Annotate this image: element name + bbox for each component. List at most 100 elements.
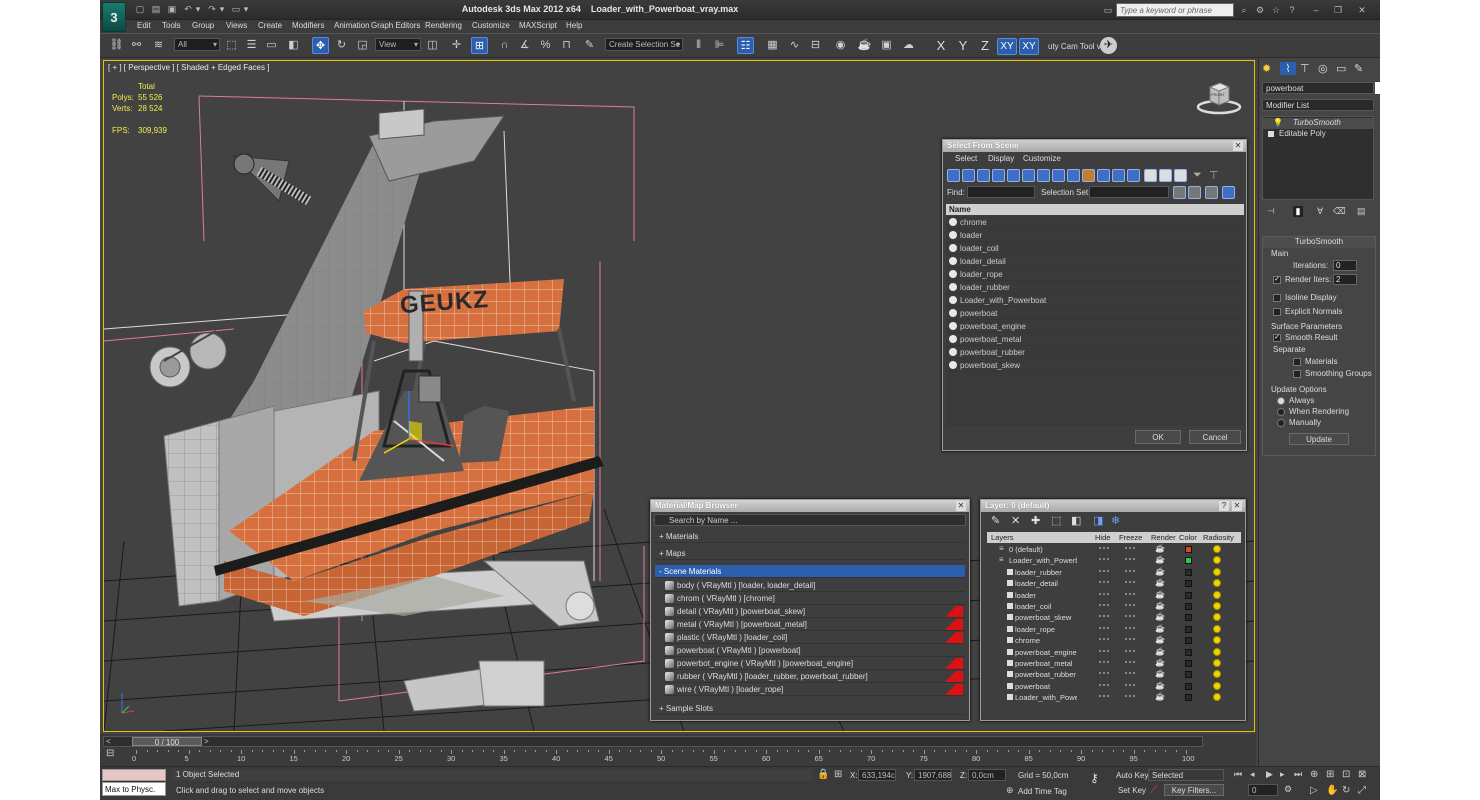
maxscript-listener-input[interactable]: Max to Physc. <box>102 782 166 796</box>
hide-toggle[interactable] <box>1099 638 1109 641</box>
layer-name[interactable]: powerboat_skew <box>1015 613 1077 622</box>
previous-frame-icon[interactable]: ◂ <box>1250 769 1255 780</box>
sel-set-edit-icon[interactable] <box>1205 186 1218 199</box>
material-item-powerbot-engine[interactable]: powerbot_engine ( VRayMtl ) [powerboat_e… <box>663 657 965 670</box>
freeze-toggle[interactable] <box>1125 683 1135 686</box>
material-item-plastic[interactable]: plastic ( VRayMtl ) [loader_coil] <box>663 631 965 644</box>
list-item[interactable]: powerboat_metal <box>946 333 1244 346</box>
hide-all-icon[interactable]: ◨ <box>1093 514 1103 527</box>
layer-name[interactable]: loader_detail <box>1015 579 1077 588</box>
orbit-icon[interactable]: ↻ <box>1342 785 1350 796</box>
list-item[interactable]: powerboat_skew <box>946 359 1244 372</box>
filter-cameras-icon[interactable] <box>992 169 1005 182</box>
add-to-layer-icon[interactable]: ✚ <box>1031 514 1040 527</box>
next-frame-icon[interactable]: > <box>204 737 209 746</box>
material-item-rubber[interactable]: rubber ( VRayMtl ) [loader_rubber, power… <box>663 670 965 683</box>
filter-xrefs-icon[interactable] <box>1052 169 1065 182</box>
layer-color-swatch[interactable] <box>1185 546 1192 553</box>
current-frame-field[interactable]: 0 <box>1248 784 1278 796</box>
hide-toggle[interactable] <box>1099 615 1109 618</box>
rollout-title[interactable]: TurboSmooth <box>1263 237 1375 248</box>
manually-radio[interactable] <box>1277 418 1285 427</box>
materials-row[interactable]: Materials <box>1293 357 1337 366</box>
menu-edit[interactable]: Edit <box>137 21 151 30</box>
sel-set-highlight-icon[interactable] <box>1222 186 1235 199</box>
hide-toggle[interactable] <box>1099 695 1109 698</box>
render-teapot-icon[interactable]: ☕ <box>1155 624 1165 633</box>
curve-editor-icon[interactable]: ∿ <box>786 37 803 54</box>
col-color[interactable]: Color <box>1179 533 1197 542</box>
freeze-toggle[interactable] <box>1125 569 1135 572</box>
key-mode-dropdown[interactable]: Selected <box>1148 769 1224 781</box>
y-coord-field[interactable]: 1907,688c <box>914 769 952 781</box>
freeze-toggle[interactable] <box>1125 661 1135 663</box>
material-item-metal[interactable]: metal ( VRayMtl ) [powerboat_metal] <box>663 618 965 631</box>
list-item[interactable]: powerboat_engine <box>946 320 1244 333</box>
zoom-all-icon[interactable]: ⊞ <box>1326 769 1334 780</box>
object-color-swatch[interactable] <box>1375 82 1380 94</box>
radiosity-bulb-icon[interactable] <box>1213 681 1221 690</box>
hide-toggle[interactable] <box>1099 626 1109 629</box>
list-item[interactable]: loader_detail <box>946 255 1244 268</box>
layer-name[interactable]: powerboat <box>1015 682 1077 691</box>
time-tag-icon[interactable]: ⊕ <box>1006 785 1014 796</box>
mb-close-icon[interactable]: ✕ <box>956 501 966 511</box>
hide-toggle[interactable] <box>1099 604 1109 606</box>
freeze-toggle[interactable] <box>1125 615 1135 618</box>
z-coord-field[interactable]: 0,0cm <box>968 769 1006 781</box>
key-icon[interactable]: ⚷ <box>1090 771 1099 785</box>
time-config-icon[interactable]: ⚙ <box>1284 784 1292 795</box>
utility-cam-icon[interactable]: ✈ <box>1100 37 1117 54</box>
light-bulb-icon[interactable]: 💡 <box>1273 118 1283 127</box>
zoom-icon[interactable]: ⊕ <box>1310 769 1318 780</box>
radiosity-bulb-icon[interactable] <box>1213 693 1221 702</box>
filter-groups-icon[interactable] <box>1037 169 1050 182</box>
name-column-header[interactable]: Name <box>946 204 1244 215</box>
explicit-row[interactable]: Explicit Normals <box>1273 307 1342 316</box>
material-search-input[interactable]: Search by Name ... <box>654 514 966 526</box>
cancel-button[interactable]: Cancel <box>1189 430 1241 444</box>
smoothing-groups-row[interactable]: Smoothing Groups <box>1293 369 1372 378</box>
maxscript-listener-top[interactable] <box>102 769 166 781</box>
render-teapot-icon[interactable]: ☕ <box>1155 544 1165 553</box>
timeline-ruler[interactable]: 0 5 10 15 20 25 30 35 40 45 50 55 60 65 70 75 80 85 90 95 10… <box>132 750 1216 766</box>
link-icon[interactable]: ⛓ <box>108 37 125 54</box>
layer-name[interactable]: Loader_with_Powerboat <box>1009 556 1077 565</box>
absolute-mode-icon[interactable]: ⊞ <box>834 769 844 781</box>
set-key-button[interactable]: Set Key <box>1118 786 1146 795</box>
favorites-icon[interactable]: ☆ <box>1270 4 1282 16</box>
freeze-toggle[interactable] <box>1125 695 1135 698</box>
menu-views[interactable]: Views <box>226 21 247 30</box>
menu-customize[interactable]: Customize <box>472 21 510 30</box>
radiosity-bulb-icon[interactable] <box>1213 602 1221 610</box>
lock-selection-icon[interactable]: 🔒 <box>817 769 829 781</box>
highlight-layer-icon[interactable]: ◧ <box>1071 514 1081 527</box>
layer-name[interactable]: powerboat_engine <box>1015 648 1077 657</box>
list-item[interactable]: loader_coil <box>946 242 1244 255</box>
select-invert-icon[interactable] <box>1174 169 1187 182</box>
key-filters-button[interactable]: Key Filters... <box>1164 784 1224 796</box>
scale-icon[interactable]: ◲ <box>354 37 371 54</box>
hide-toggle[interactable] <box>1099 683 1109 686</box>
menu-help[interactable]: Help <box>566 21 582 30</box>
render-teapot-icon[interactable]: ☕ <box>1155 658 1165 667</box>
sfs-menu-display[interactable]: Display <box>988 154 1014 163</box>
isoline-checkbox[interactable] <box>1273 293 1281 302</box>
scene-materials-section[interactable]: - Scene Materials <box>655 565 965 578</box>
material-editor-icon[interactable]: ◉ <box>832 37 849 54</box>
menu-create[interactable]: Create <box>258 21 282 30</box>
perspective-viewport[interactable]: [ + ] [ Perspective ] [ Shaded + Edged F… <box>103 60 1255 732</box>
smoothing-groups-checkbox[interactable] <box>1293 369 1301 378</box>
hide-toggle[interactable] <box>1099 661 1109 663</box>
render-teapot-icon[interactable]: ☕ <box>1155 555 1165 564</box>
layer-name[interactable]: 0 (default) <box>1009 545 1077 554</box>
freeze-toggle[interactable] <box>1125 581 1135 584</box>
render-production-icon[interactable]: ☁ <box>900 37 917 54</box>
hide-toggle[interactable] <box>1099 672 1109 675</box>
layer-color-swatch[interactable] <box>1185 648 1192 656</box>
angle-snap-icon[interactable]: ∡ <box>516 37 533 54</box>
layer-color-swatch[interactable] <box>1185 694 1192 702</box>
radiosity-bulb-icon[interactable] <box>1213 567 1221 576</box>
menu-animation[interactable]: Animation <box>334 21 370 30</box>
radiosity-bulb-icon[interactable] <box>1213 670 1221 679</box>
